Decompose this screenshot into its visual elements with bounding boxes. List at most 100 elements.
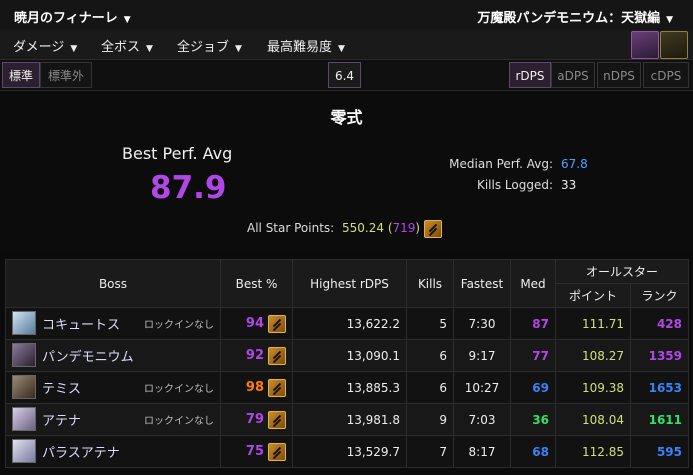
tab-nonstandard[interactable]: 標準外 [40,62,92,88]
median-perf-value: 67.8 [561,157,588,171]
boss-name[interactable]: テミス [42,378,81,397]
key-icon[interactable] [660,31,688,59]
highest-rdps: 13,090.1 [292,339,407,372]
chevron-down-icon: ▼ [146,44,153,54]
header-best[interactable]: Best % [220,259,293,308]
boss-portrait-icon [12,311,36,335]
medal-icon[interactable] [268,314,286,333]
tab-standard[interactable]: 標準 [2,62,40,88]
allstar-points-cell: 112.85 [555,435,631,468]
allstar-label: All Star Points: [247,221,335,235]
medal-icon [424,220,442,238]
header-med[interactable]: Med [510,259,556,308]
boss-name[interactable]: コキュートス [42,314,120,333]
raid-icon[interactable] [631,31,659,59]
allstar-points-cell: 109.38 [555,371,631,404]
kills-count: 6 [406,371,454,404]
table-row[interactable]: テミス ロックインなし 98 13,885.3 6 10:27 69 109.38 1653 [5,371,690,404]
highest-rdps: 13,529.7 [292,435,407,468]
boss-name[interactable]: パラスアテナ [42,442,120,461]
boss-name[interactable]: アテナ [42,410,81,429]
tab-cdps[interactable]: cDPS [643,62,689,88]
tab-adps[interactable]: aDPS [551,62,595,88]
allstar-rank-cell: 1653 [629,371,690,404]
header-boss[interactable]: Boss [5,259,221,308]
kills-count: 9 [406,403,454,436]
allstar-medal-icon[interactable] [424,220,442,238]
median-percent: 36 [510,403,556,436]
difficulty-title: 零式 [330,108,363,127]
zone-selector[interactable]: 万魔殿パンデモニウム：天獄編 ▼ [477,7,673,26]
fastest-time: 8:17 [453,435,511,468]
metric-filter[interactable]: ダメージ ▼ [13,36,77,55]
best-cell: 79 [220,403,293,436]
lockin-label: ロックインなし [144,320,214,331]
medal-icon[interactable] [268,442,286,461]
tab-ndps[interactable]: nDPS [597,62,641,88]
table-row[interactable]: パラスアテナ 75 13,529.7 7 8:17 68 112.85 595 [5,435,690,468]
table-row[interactable]: コキュートス ロックインなし 94 13,622.2 5 7:30 87 111.71 428 [5,307,690,340]
median-percent: 87 [510,307,556,340]
tab-rdps[interactable]: rDPS [509,62,551,88]
patch-selector[interactable]: 6.4 [328,62,361,88]
kills-count: 7 [406,435,454,468]
allstar-points-cell: 111.71 [555,307,631,340]
best-perf-value: 87.9 [150,170,227,206]
header-allstar: オールスター [554,259,690,284]
boss-cell[interactable]: コキュートス ロックインなし [5,307,221,340]
best-cell: 75 [220,435,293,468]
medal-icon[interactable] [268,378,286,397]
kills-count: 5 [406,307,454,340]
boss-portrait-icon [12,439,36,463]
table-row[interactable]: アテナ ロックインなし 79 13,981.8 9 7:03 36 108.04 1611 [5,403,690,436]
allstar-points: 550.24 [342,221,384,235]
boss-portrait-icon [12,375,36,399]
medal-icon[interactable] [268,410,286,429]
job-filter[interactable]: 全ジョブ ▼ [177,36,242,55]
table-row[interactable]: パンデモニウム 92 13,090.1 6 9:17 77 108.27 1359 [5,339,690,372]
highest-rdps: 13,885.3 [292,371,407,404]
allstar-rank: 719 [392,221,416,235]
boss-cell[interactable]: パラスアテナ [5,435,221,468]
medal-icon[interactable] [268,346,286,365]
median-percent: 77 [510,339,556,372]
difficulty-filter[interactable]: 最高難易度 ▼ [267,36,345,55]
boss-filter[interactable]: 全ボス ▼ [101,36,153,55]
boss-cell[interactable]: テミス ロックインなし [5,371,221,404]
best-percent: 75 [245,444,264,459]
kills-count: 6 [406,339,454,372]
allstar-rank-cell: 428 [629,307,690,340]
character-selector[interactable]: 暁月のフィナーレ ▼ [14,7,131,26]
header-kills[interactable]: Kills [406,259,454,308]
fastest-time: 9:17 [453,339,511,372]
boss-table: Boss Best % Highest rDPS Kills Fastest M… [5,259,690,468]
header-rank[interactable]: ランク [629,283,690,308]
chevron-down-icon: ▼ [70,44,78,54]
best-perf-label: Best Perf. Avg [122,144,233,163]
tabs-bar: 標準 標準外 6.4 rDPS aDPS nDPS cDPS [0,60,693,91]
kills-logged-value: 33 [561,178,577,192]
fastest-time: 7:30 [453,307,511,340]
boss-name[interactable]: パンデモニウム [42,346,134,365]
boss-cell[interactable]: アテナ ロックインなし [5,403,221,436]
boss-cell[interactable]: パンデモニウム [5,339,221,372]
allstar-points-cell: 108.04 [555,403,631,436]
median-percent: 68 [510,435,556,468]
top-bar: 暁月のフィナーレ ▼ 万魔殿パンデモニウム：天獄編 ▼ [0,0,693,31]
best-percent: 98 [245,380,264,395]
header-points[interactable]: ポイント [555,283,631,308]
allstar-rank-cell: 1359 [629,339,690,372]
boss-portrait-icon [12,407,36,431]
fastest-time: 10:27 [453,371,511,404]
kills-logged-label: Kills Logged: [476,178,553,192]
fastest-time: 7:03 [453,403,511,436]
filter-bar: ダメージ ▼ 全ボス ▼ 全ジョブ ▼ 最高難易度 ▼ [0,30,693,60]
median-perf-label: Median Perf. Avg: [449,157,553,171]
header-highest[interactable]: Highest rDPS [292,259,407,308]
zone-name: 万魔殿パンデモニウム：天獄編 [477,11,661,26]
allstar-value: 550.24 (719) [342,221,421,235]
header-fastest[interactable]: Fastest [453,259,511,308]
chevron-down-icon: ▼ [338,44,345,54]
chevron-down-icon: ▼ [666,15,673,25]
boss-portrait-icon [12,343,36,367]
